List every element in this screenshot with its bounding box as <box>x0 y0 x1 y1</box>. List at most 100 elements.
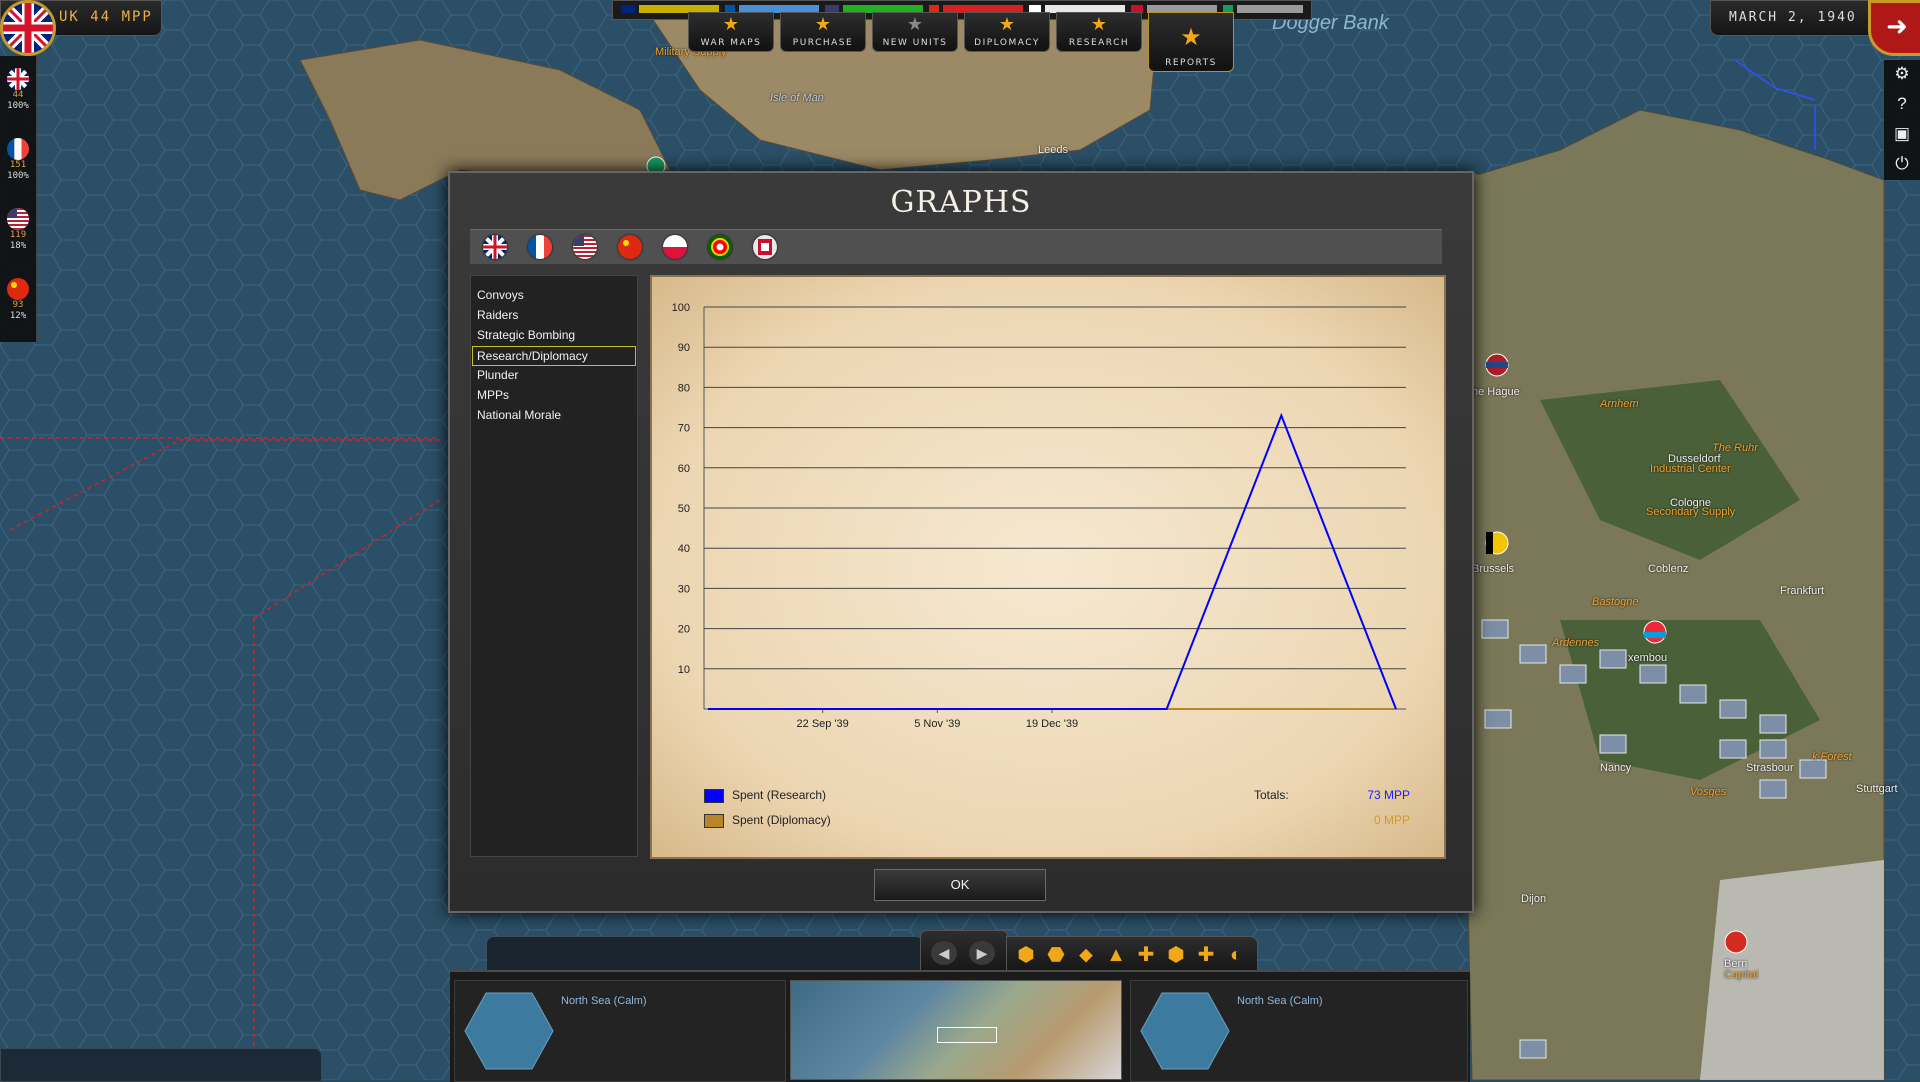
dialog-title: GRAPHS <box>890 185 1032 220</box>
power-icon[interactable]: ⏻ <box>1892 154 1912 174</box>
graph-panel: 10 20 30 40 50 60 70 80 90 100 22 Sep '39 5 Nov '39… <box>650 275 1446 859</box>
map-label-dijon: Dijon <box>1521 893 1547 905</box>
y-tick-label: 90 <box>678 342 690 354</box>
map-label-nancy: Nancy <box>1600 762 1632 774</box>
supply-icon[interactable]: ⬣ <box>1045 944 1067 966</box>
button-label: Reports <box>1165 58 1217 68</box>
arrow-right-icon: ➜ <box>1886 11 1908 41</box>
right-icon-column: ⚙ ? ▣ ⏻ <box>1884 60 1920 180</box>
map-label-vosges: Vosges <box>1690 786 1727 798</box>
save-icon[interactable]: ▣ <box>1892 124 1912 144</box>
nation-usa[interactable]: 119 18% <box>2 208 34 252</box>
legend-label-diplomacy: Spent (Diplomacy) <box>732 813 831 827</box>
nation-mpp: 119 <box>9 230 27 240</box>
nation-summary-column: 44 100% 151 100% 119 18% 93 12% <box>0 56 37 342</box>
category-mpps[interactable]: MPPs <box>473 386 635 404</box>
fire-icon[interactable]: ▲ <box>1105 944 1127 966</box>
usa-flag-icon[interactable] <box>573 235 597 259</box>
help-icon[interactable]: ? <box>1892 94 1912 114</box>
map-label-isle-of-man: Isle of Man <box>770 92 824 104</box>
y-tick-label: 80 <box>678 382 690 394</box>
star-icon: ★ <box>722 14 740 34</box>
y-tick-label: 50 <box>678 503 690 515</box>
category-strategic-bombing[interactable]: Strategic Bombing <box>473 326 635 344</box>
end-turn-button[interactable]: ➜ <box>1868 0 1920 56</box>
category-research-diplomacy[interactable]: Research/Diplomacy <box>472 346 636 366</box>
left-terrain-label: North Sea (Calm) <box>561 995 647 1007</box>
star-icon: ★ <box>1180 24 1202 51</box>
star-icon: ★ <box>998 14 1016 34</box>
nation-pct: 12% <box>9 311 27 321</box>
plus-icon[interactable]: ✚ <box>1135 944 1157 966</box>
usa-flag-icon <box>7 208 29 230</box>
map-label-strasbourg: Strasbour <box>1746 762 1794 774</box>
previous-unit-button[interactable]: ◀ <box>931 941 957 965</box>
star-icon: ★ <box>906 14 924 34</box>
poland-flag-icon[interactable] <box>663 235 687 259</box>
category-convoys[interactable]: Convoys <box>473 286 635 304</box>
drop-icon[interactable]: ⬥ <box>1075 944 1097 966</box>
category-national-morale[interactable]: National Morale <box>473 406 635 424</box>
research-button[interactable]: ★ Research <box>1056 12 1142 52</box>
portugal-flag-icon[interactable] <box>708 235 732 259</box>
free-french-flag-icon[interactable] <box>753 235 777 259</box>
map-label-bastogne: Bastogne <box>1592 596 1639 608</box>
moon-icon[interactable]: ◐ <box>1225 944 1247 966</box>
map-label-leeds: Leeds <box>1038 144 1068 156</box>
nation-pct: 100% <box>7 171 29 181</box>
nation-china[interactable]: 93 12% <box>2 278 34 322</box>
map-tool-strip: ⬢ ⬣ ⬥ ▲ ✚ ⬢ ✚ ◐ <box>1006 936 1258 974</box>
star-icon: ★ <box>1090 14 1108 34</box>
map-label-the-hague: he Hague <box>1472 386 1520 398</box>
nation-mpp: 151 <box>9 160 27 170</box>
gear-icon[interactable]: ⚙ <box>1892 64 1912 84</box>
nation-uk[interactable]: 44 100% <box>2 68 34 112</box>
y-tick-label: 30 <box>678 583 690 595</box>
mpp-readout: UK 44 MPP <box>59 9 153 25</box>
uk-flag-icon <box>7 68 29 90</box>
graphs-dialog: GRAPHS Convoys Raiders Strategic Bombing… <box>448 171 1474 913</box>
category-plunder[interactable]: Plunder <box>473 366 635 384</box>
category-raiders[interactable]: Raiders <box>473 306 635 324</box>
nation-pct: 18% <box>9 241 27 251</box>
button-label: Research <box>1068 38 1130 48</box>
france-flag-icon[interactable] <box>528 235 552 259</box>
y-tick-label: 40 <box>678 543 690 555</box>
x-tick-label: 22 Sep '39 <box>797 718 849 730</box>
danger-icon[interactable]: ⬢ <box>1165 944 1187 966</box>
hex-filter-icon[interactable]: ⬢ <box>1015 944 1037 966</box>
uk-flag-icon[interactable] <box>0 0 56 56</box>
current-date: March 2, 1940 <box>1729 10 1857 25</box>
map-label-bern-capital: Capital <box>1724 969 1759 981</box>
reports-button[interactable]: ★ Reports <box>1148 12 1234 72</box>
diplomacy-button[interactable]: ★ Diplomacy <box>964 12 1050 52</box>
next-unit-button[interactable]: ▶ <box>969 941 995 965</box>
new-units-button[interactable]: ★ New Units <box>872 12 958 52</box>
ok-button[interactable]: OK <box>874 869 1046 901</box>
star-icon: ★ <box>814 14 832 34</box>
button-label: New Units <box>882 38 948 48</box>
map-label-ardennes: Ardennes <box>1552 637 1600 649</box>
right-terrain-label: North Sea (Calm) <box>1237 995 1323 1007</box>
y-tick-label: 10 <box>678 664 690 676</box>
war-maps-button[interactable]: ★ War Maps <box>688 12 774 52</box>
map-label-industrial-center: Industrial Center <box>1650 463 1731 475</box>
y-tick-label: 100 <box>672 302 690 314</box>
medical-icon[interactable]: ✚ <box>1195 944 1217 966</box>
status-segment <box>1237 5 1303 13</box>
uk-flag-icon[interactable] <box>483 235 507 259</box>
map-label-frankfurt: Frankfurt <box>1780 585 1825 597</box>
y-tick-label: 60 <box>678 463 690 475</box>
nation-france[interactable]: 151 100% <box>2 138 34 182</box>
purchase-button[interactable]: ★ Purchase <box>780 12 866 52</box>
graph-category-list: Convoys Raiders Strategic Bombing Resear… <box>470 275 638 857</box>
nation-pct: 100% <box>7 101 29 111</box>
message-strip <box>486 936 924 972</box>
minimap[interactable] <box>790 980 1122 1080</box>
totals-label: Totals: <box>1254 788 1289 802</box>
left-hex-info-panel: North Sea (Calm) <box>454 980 786 1082</box>
x-tick-label: 19 Dec '39 <box>1026 718 1078 730</box>
china-flag-icon[interactable] <box>618 235 642 259</box>
bottom-hud: North Sea (Calm) North Sea (Calm) <box>450 970 1470 1082</box>
minimap-viewport[interactable] <box>937 1027 997 1043</box>
